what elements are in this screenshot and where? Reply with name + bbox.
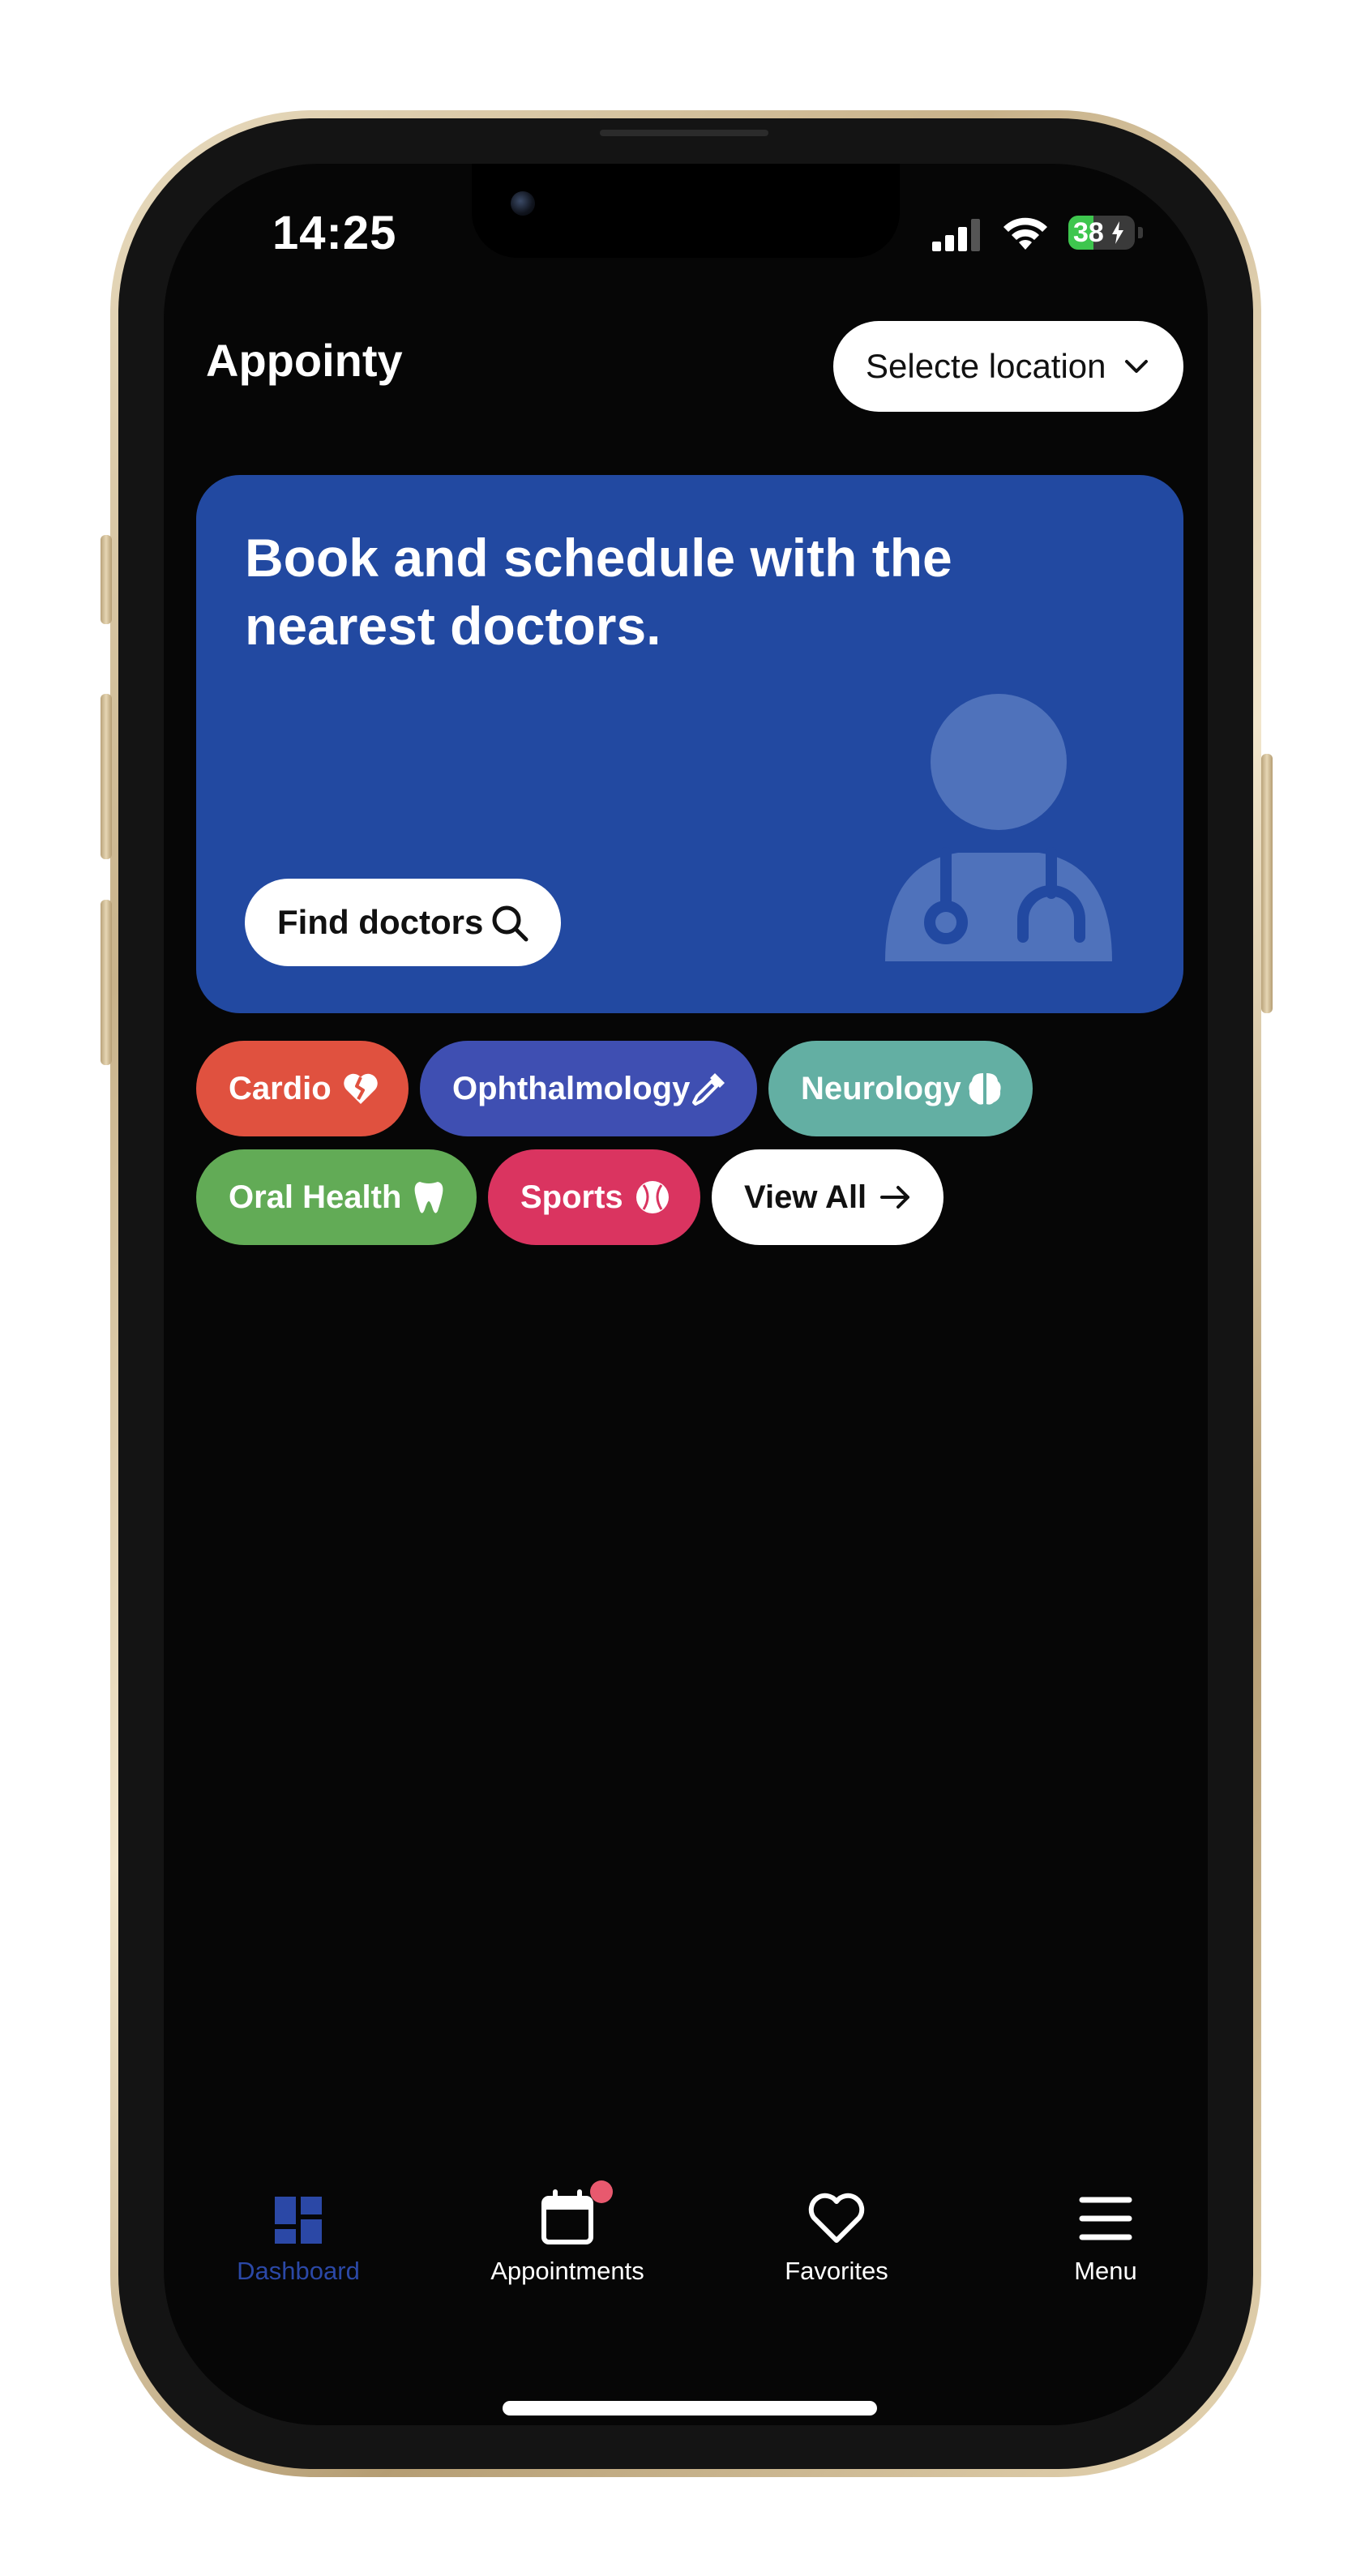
- nav-item-appointments[interactable]: Appointments: [470, 2189, 665, 2310]
- category-chip-cardio[interactable]: Cardio: [196, 1041, 409, 1136]
- chip-label: Ophthalmology: [452, 1070, 691, 1106]
- chip-label: Sports: [520, 1179, 623, 1215]
- find-doctors-label: Find doctors: [277, 903, 484, 941]
- arrow-right-icon: [880, 1186, 909, 1209]
- heart-icon: [808, 2193, 865, 2243]
- chip-label: View All: [744, 1179, 867, 1215]
- find-doctors-button[interactable]: Find doctors: [245, 879, 561, 966]
- brain-icon: [969, 1073, 1001, 1105]
- broken-heart-icon: [344, 1073, 378, 1104]
- hero-card: Book and schedule with the nearest docto…: [196, 475, 1183, 1013]
- speaker-grille: [600, 130, 768, 136]
- chip-label: Oral Health: [229, 1179, 402, 1215]
- search-icon: [492, 905, 528, 942]
- calendar-icon: [541, 2189, 593, 2244]
- category-chip-ophthalmology[interactable]: Ophthalmology: [420, 1041, 757, 1136]
- volume-down-button: [101, 900, 112, 1065]
- power-button: [1261, 754, 1273, 1013]
- category-chip-sports[interactable]: Sports: [488, 1149, 700, 1245]
- chip-label: Neurology: [801, 1070, 961, 1106]
- status-time: 14:25: [272, 207, 397, 259]
- view-all-button[interactable]: View All: [712, 1149, 944, 1245]
- battery-icon: 38: [1068, 216, 1135, 250]
- chevron-down-icon: [1125, 360, 1148, 373]
- nav-item-favorites[interactable]: Favorites: [739, 2189, 934, 2310]
- category-chip-oral-health[interactable]: Oral Health: [196, 1149, 477, 1245]
- chip-label: Cardio: [229, 1070, 332, 1106]
- charging-bolt-icon: [1112, 221, 1123, 244]
- tooth-icon: [414, 1182, 443, 1213]
- eyedropper-icon: [692, 1073, 725, 1106]
- cellular-signal-icon: [932, 219, 982, 251]
- select-location-button[interactable]: Selecte location: [833, 321, 1183, 412]
- nav-label: Favorites: [785, 2257, 888, 2285]
- location-label: Selecte location: [866, 347, 1106, 385]
- nav-item-menu[interactable]: Menu: [1008, 2189, 1203, 2310]
- notch: [472, 164, 900, 258]
- hero-title: Book and schedule with the nearest docto…: [245, 528, 952, 656]
- baseball-icon: [636, 1181, 669, 1213]
- nav-label: Dashboard: [237, 2257, 360, 2285]
- volume-up-button: [101, 694, 112, 859]
- category-chip-neurology[interactable]: Neurology: [768, 1041, 1033, 1136]
- doctor-icon: [885, 694, 1112, 961]
- nav-label: Appointments: [490, 2257, 644, 2285]
- menu-icon: [1079, 2197, 1132, 2240]
- nav-label: Menu: [1074, 2257, 1137, 2285]
- action-button: [101, 535, 112, 624]
- nav-item-dashboard[interactable]: Dashboard: [201, 2189, 396, 2310]
- dashboard-icon: [275, 2197, 322, 2244]
- camera-icon: [511, 191, 535, 216]
- home-indicator[interactable]: [503, 2401, 877, 2416]
- wifi-icon: [1003, 217, 1047, 250]
- app-title: Appointy: [206, 335, 403, 386]
- notification-dot: [590, 2180, 613, 2203]
- battery-tip: [1138, 227, 1143, 238]
